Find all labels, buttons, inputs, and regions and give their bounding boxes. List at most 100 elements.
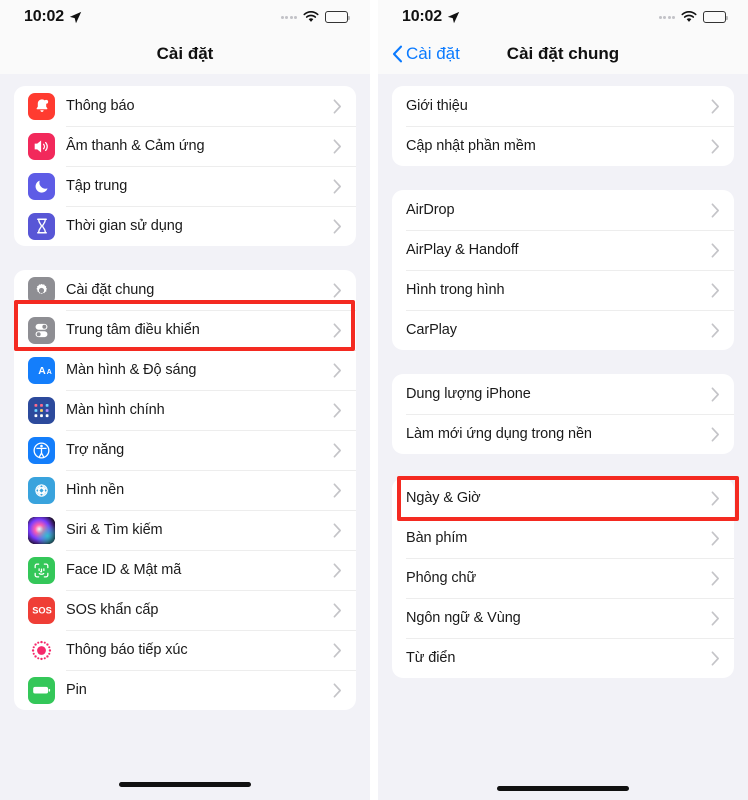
sidebar-item-label: Màn hình & Độ sáng bbox=[66, 362, 197, 378]
list-item-label: Ngày & Giờ bbox=[406, 490, 481, 506]
status-bar-left-cluster: 10:02 bbox=[402, 8, 460, 26]
svg-text:SOS: SOS bbox=[32, 606, 52, 616]
nav-bar-right: Cài đặt Cài đặt chung bbox=[378, 34, 748, 74]
home-screen-grid-icon bbox=[28, 396, 55, 424]
nav-bar-left: Cài đặt bbox=[0, 34, 370, 74]
sidebar-item-exposure-notifications[interactable]: Thông báo tiếp xúc bbox=[14, 630, 356, 670]
list-item-picture-in-picture[interactable]: Hình trong hình bbox=[392, 270, 734, 310]
status-bar-right-cluster bbox=[658, 11, 728, 23]
general-gear-icon bbox=[28, 276, 55, 304]
list-item-keyboard[interactable]: Bàn phím bbox=[392, 518, 734, 558]
chevron-right-icon bbox=[711, 282, 719, 298]
chevron-right-icon bbox=[333, 402, 341, 418]
list-item-background-app-refresh[interactable]: Làm mới ứng dụng trong nền bbox=[392, 414, 734, 454]
svg-text:A: A bbox=[38, 366, 46, 377]
sidebar-item-label: Trợ năng bbox=[66, 442, 125, 458]
dual-screenshot-container: 10:02 Cài đặt Thông báo Âm thanh & Cảm ứ… bbox=[0, 0, 748, 800]
list-item-fonts[interactable]: Phông chữ bbox=[392, 558, 734, 598]
location-arrow-icon bbox=[447, 11, 460, 23]
chevron-right-icon bbox=[711, 98, 719, 114]
control-center-toggles-icon bbox=[28, 316, 55, 344]
sidebar-item-label: Hình nền bbox=[66, 482, 125, 498]
focus-moon-icon bbox=[28, 172, 55, 200]
sidebar-item-label: Thời gian sử dụng bbox=[66, 218, 183, 234]
wallpaper-flower-icon bbox=[28, 476, 55, 504]
chevron-right-icon bbox=[333, 362, 341, 378]
sidebar-item-display-brightness[interactable]: AA Màn hình & Độ sáng bbox=[14, 350, 356, 390]
list-item-airdrop[interactable]: AirDrop bbox=[392, 190, 734, 230]
emergency-sos-icon: SOS bbox=[28, 596, 55, 624]
list-item-carplay[interactable]: CarPlay bbox=[392, 310, 734, 350]
general-group-connectivity: AirDrop AirPlay & Handoff Hình trong hìn… bbox=[392, 190, 734, 350]
status-bar-left: 10:02 bbox=[0, 0, 370, 34]
chevron-right-icon bbox=[333, 322, 341, 338]
list-item-about[interactable]: Giới thiệu bbox=[392, 86, 734, 126]
sidebar-item-control-center[interactable]: Trung tâm điều khiển bbox=[14, 310, 356, 350]
signal-dots-icon bbox=[658, 15, 675, 19]
list-item-dictionary[interactable]: Từ điển bbox=[392, 638, 734, 678]
sidebar-item-label: Tập trung bbox=[66, 178, 128, 194]
svg-text:A: A bbox=[46, 367, 51, 376]
list-item-label: AirDrop bbox=[406, 202, 455, 218]
sidebar-item-accessibility[interactable]: Trợ năng bbox=[14, 430, 356, 470]
list-item-software-update[interactable]: Cập nhật phần mềm bbox=[392, 126, 734, 166]
sidebar-item-screen-time[interactable]: Thời gian sử dụng bbox=[14, 206, 356, 246]
left-settings-list: Thông báo Âm thanh & Cảm ứng Tập trung T… bbox=[0, 74, 370, 710]
sidebar-item-battery[interactable]: Pin bbox=[14, 670, 356, 710]
sidebar-item-label: Thông báo bbox=[66, 98, 135, 114]
list-item-label: AirPlay & Handoff bbox=[406, 242, 519, 258]
back-button[interactable]: Cài đặt bbox=[392, 44, 460, 64]
list-item-label: Từ điển bbox=[406, 650, 456, 666]
battery-green-icon bbox=[28, 676, 55, 704]
screen-divider bbox=[370, 0, 378, 800]
chevron-right-icon bbox=[333, 482, 341, 498]
sidebar-item-siri-search[interactable]: Siri & Tìm kiếm bbox=[14, 510, 356, 550]
list-item-label: Giới thiệu bbox=[406, 98, 468, 114]
general-group-about: Giới thiệu Cập nhật phần mềm bbox=[392, 86, 734, 166]
status-time: 10:02 bbox=[24, 8, 64, 25]
list-item-label: Làm mới ứng dụng trong nền bbox=[406, 426, 592, 442]
status-bar-right-cluster bbox=[280, 11, 350, 23]
chevron-right-icon bbox=[333, 98, 341, 114]
battery-full-icon bbox=[703, 11, 728, 23]
sidebar-item-notifications[interactable]: Thông báo bbox=[14, 86, 356, 126]
chevron-right-icon bbox=[711, 570, 719, 586]
wifi-icon bbox=[681, 11, 697, 22]
left-phone-screen: 10:02 Cài đặt Thông báo Âm thanh & Cảm ứ… bbox=[0, 0, 370, 800]
list-item-label: Bàn phím bbox=[406, 530, 468, 546]
sound-speaker-icon bbox=[28, 132, 55, 160]
chevron-right-icon bbox=[333, 442, 341, 458]
list-item-date-time[interactable]: Ngày & Giờ bbox=[392, 478, 734, 518]
settings-group-1: Thông báo Âm thanh & Cảm ứng Tập trung T… bbox=[14, 86, 356, 246]
chevron-right-icon bbox=[711, 610, 719, 626]
list-item-airplay-handoff[interactable]: AirPlay & Handoff bbox=[392, 230, 734, 270]
sidebar-item-focus[interactable]: Tập trung bbox=[14, 166, 356, 206]
chevron-right-icon bbox=[333, 602, 341, 618]
sidebar-item-wallpaper[interactable]: Hình nền bbox=[14, 470, 356, 510]
list-item-language-region[interactable]: Ngôn ngữ & Vùng bbox=[392, 598, 734, 638]
sidebar-item-label: Cài đặt chung bbox=[66, 282, 155, 298]
sidebar-item-home-screen[interactable]: Màn hình chính bbox=[14, 390, 356, 430]
sidebar-item-label: Siri & Tìm kiếm bbox=[66, 522, 163, 538]
sidebar-item-general[interactable]: Cài đặt chung bbox=[14, 270, 356, 310]
chevron-right-icon bbox=[333, 218, 341, 234]
chevron-right-icon bbox=[711, 202, 719, 218]
status-time: 10:02 bbox=[402, 8, 442, 25]
sidebar-item-label: Thông báo tiếp xúc bbox=[66, 642, 188, 658]
list-item-iphone-storage[interactable]: Dung lượng iPhone bbox=[392, 374, 734, 414]
screen-time-hourglass-icon bbox=[28, 212, 55, 240]
right-settings-list: Giới thiệu Cập nhật phần mềm AirDrop Air… bbox=[378, 74, 748, 678]
chevron-right-icon bbox=[333, 522, 341, 538]
display-brightness-aa-icon: AA bbox=[28, 356, 55, 384]
chevron-right-icon bbox=[333, 138, 341, 154]
sidebar-item-sounds-haptics[interactable]: Âm thanh & Cảm ứng bbox=[14, 126, 356, 166]
settings-group-2: Cài đặt chung Trung tâm điều khiển AA Mà… bbox=[14, 270, 356, 710]
status-bar-right: 10:02 bbox=[378, 0, 748, 34]
chevron-right-icon bbox=[711, 322, 719, 338]
sidebar-item-emergency-sos[interactable]: SOS SOS khẩn cấp bbox=[14, 590, 356, 630]
sidebar-item-face-id-passcode[interactable]: Face ID & Mật mã bbox=[14, 550, 356, 590]
accessibility-icon bbox=[28, 436, 55, 464]
exposure-notification-icon bbox=[28, 636, 55, 664]
sidebar-item-label: Màn hình chính bbox=[66, 402, 165, 418]
status-bar-left-cluster: 10:02 bbox=[24, 8, 82, 26]
